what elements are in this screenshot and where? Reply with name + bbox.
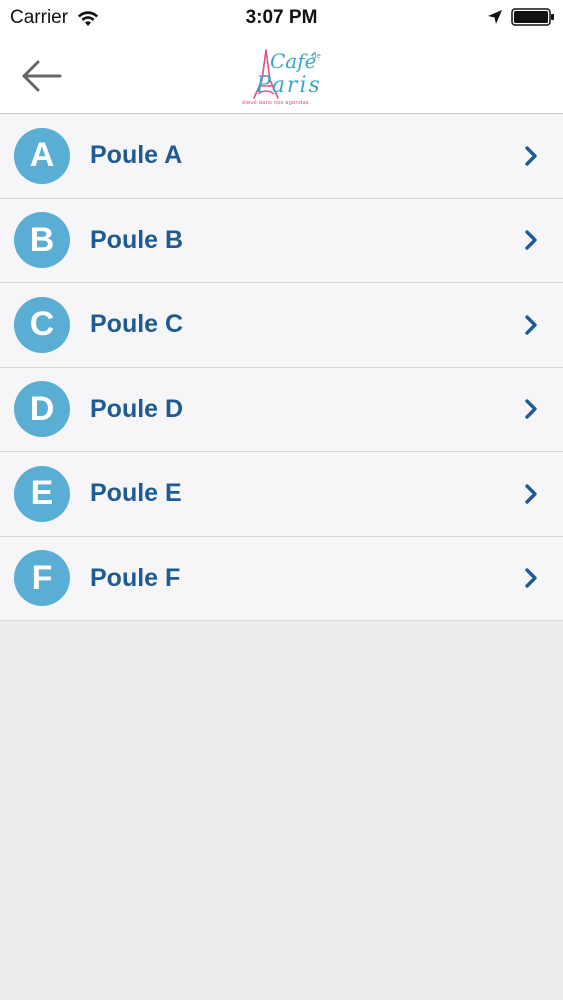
status-right xyxy=(487,8,555,26)
pool-list: A Poule A B Poule B C Poule C D Poule D … xyxy=(0,114,563,621)
chevron-right-icon xyxy=(525,146,537,166)
pool-row-d[interactable]: D Poule D xyxy=(0,367,563,452)
pool-label: Poule A xyxy=(90,141,183,170)
back-button[interactable] xyxy=(16,56,66,96)
location-arrow-icon xyxy=(488,10,502,24)
nav-bar: Café de Paris élevé dans nos agendas xyxy=(0,38,563,114)
pool-badge: F xyxy=(14,550,70,607)
logo-text-paris: Paris xyxy=(255,73,322,98)
logo-tagline: élevé dans nos agendas xyxy=(242,99,309,106)
pool-row-e[interactable]: E Poule E xyxy=(0,452,563,537)
pool-row-f[interactable]: F Poule F xyxy=(0,536,563,621)
logo-text-cafe: Café xyxy=(270,49,317,73)
pool-label: Poule D xyxy=(90,394,184,423)
pool-label: Poule B xyxy=(90,225,184,254)
pool-label: Poule F xyxy=(90,563,181,592)
chevron-right-icon xyxy=(525,399,537,419)
status-time: 3:07 PM xyxy=(245,7,318,28)
pool-badge: E xyxy=(14,465,70,522)
logo-graphic: Café de Paris élevé dans nos agendas xyxy=(242,49,322,106)
pool-row-b[interactable]: B Poule B xyxy=(0,198,563,283)
chevron-right-icon xyxy=(525,315,537,335)
chevron-right-icon xyxy=(525,568,537,588)
logo-text-de: de xyxy=(312,52,321,60)
pool-label: Poule E xyxy=(90,479,182,508)
status-bar: Carrier 3:07 PM xyxy=(0,0,563,38)
cafe-de-paris-logo: Café de Paris élevé dans nos agendas xyxy=(236,46,328,108)
chevron-right-icon xyxy=(525,230,537,250)
pool-label: Poule C xyxy=(90,310,184,339)
pool-badge: B xyxy=(14,212,70,269)
chevron-right-icon xyxy=(525,484,537,504)
battery-icon xyxy=(511,8,554,26)
arrow-left-icon xyxy=(22,60,62,92)
pool-row-a[interactable]: A Poule A xyxy=(0,114,563,199)
pool-row-c[interactable]: C Poule C xyxy=(0,283,563,368)
pool-badge: C xyxy=(14,296,70,353)
pool-badge: A xyxy=(14,127,70,184)
pool-badge: D xyxy=(14,381,70,438)
